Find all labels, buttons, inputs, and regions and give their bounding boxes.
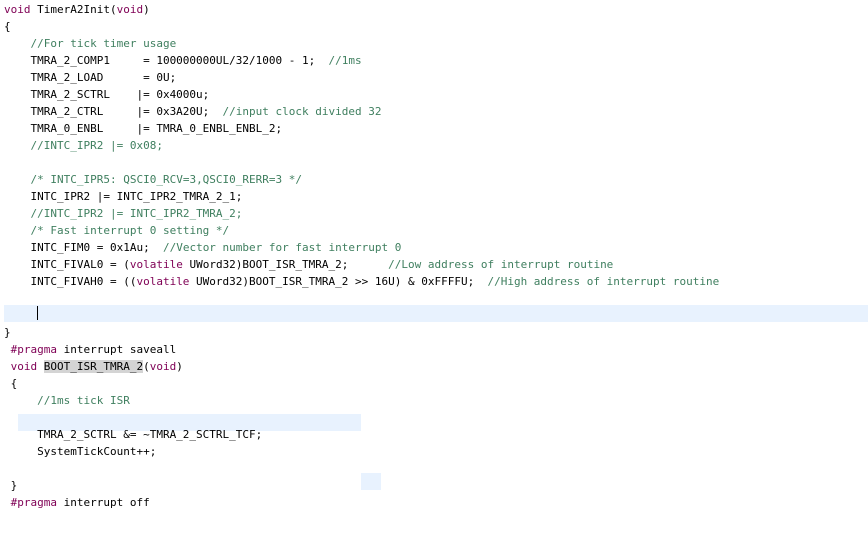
code-preprocessor: #pragma <box>10 343 57 356</box>
code-token: { <box>4 377 18 390</box>
code-editor[interactable]: void TimerA2Init(void){ //For tick timer… <box>0 0 868 545</box>
code-line[interactable]: //1ms tick ISR <box>4 392 130 409</box>
code-line[interactable]: TMRA_2_LOAD = 0U; <box>4 69 176 86</box>
current-line-highlight <box>4 305 868 322</box>
code-line[interactable]: { <box>4 375 18 392</box>
code-keyword: void <box>149 360 177 373</box>
code-token: INTC_FIM0 = 0x1Au; <box>4 241 163 254</box>
code-line[interactable]: #pragma interrupt off <box>4 494 150 511</box>
code-token: TMRA_2_SCTRL |= 0x4000u; <box>4 88 210 101</box>
code-line[interactable]: TMRA_2_COMP1 = 100000000UL/32/1000 - 1; … <box>4 52 362 69</box>
code-token: TMRA_2_LOAD = 0U; <box>4 71 177 84</box>
code-token: interrupt saveall <box>56 343 177 356</box>
code-line[interactable]: { <box>4 18 11 35</box>
code-preprocessor: #pragma <box>10 496 57 509</box>
code-line[interactable]: SystemTickCount++; <box>4 443 156 460</box>
code-token: SystemTickCount++; <box>4 445 157 458</box>
code-comment: //INTC_IPR2 |= INTC_IPR2_TMRA_2; <box>30 207 243 220</box>
code-token: INTC_FIVAL0 = ( <box>4 258 130 271</box>
code-token: ) <box>176 360 183 373</box>
code-line[interactable]: INTC_IPR2 |= INTC_IPR2_TMRA_2_1; <box>4 188 242 205</box>
code-token: TMRA_2_SCTRL &= ~TMRA_2_SCTRL_TCF; <box>4 428 263 441</box>
code-line[interactable]: INTC_FIVAH0 = ((volatile UWord32)BOOT_IS… <box>4 273 719 290</box>
code-comment: //1ms <box>328 54 362 67</box>
code-line[interactable]: TMRA_2_SCTRL &= ~TMRA_2_SCTRL_TCF; <box>4 426 262 443</box>
code-token: interrupt off <box>56 496 150 509</box>
code-token: UWord32)BOOT_ISR_TMRA_2; <box>182 258 389 271</box>
code-line[interactable]: void TimerA2Init(void) <box>4 1 150 18</box>
code-keyword: void <box>4 3 38 16</box>
code-comment: //input clock divided 32 <box>222 105 382 118</box>
code-token: } <box>4 326 11 339</box>
code-line[interactable]: TMRA_2_CTRL |= 0x3A20U; //input clock di… <box>4 103 382 120</box>
code-token: TMRA_0_ENBL |= TMRA_0_ENBL_ENBL_2; <box>4 122 283 135</box>
code-token: { <box>4 20 11 33</box>
code-comment: /* Fast interrupt 0 setting */ <box>30 224 230 237</box>
code-line[interactable]: void BOOT_ISR_TMRA_2(void) <box>4 358 183 375</box>
code-comment: //For tick timer usage <box>30 37 177 50</box>
occurrence-highlight <box>361 473 381 490</box>
code-token: UWord32)BOOT_ISR_TMRA_2 >> 16U) & 0xFFFF… <box>189 275 488 288</box>
code-comment: //Vector number for fast interrupt 0 <box>162 241 402 254</box>
code-comment: //1ms tick ISR <box>37 394 130 407</box>
code-keyword: volatile <box>136 275 190 288</box>
code-line[interactable]: INTC_FIVAL0 = (volatile UWord32)BOOT_ISR… <box>4 256 613 273</box>
code-line[interactable]: //INTC_IPR2 |= 0x08; <box>4 137 163 154</box>
code-comment: //INTC_IPR2 |= 0x08; <box>30 139 163 152</box>
code-token: TMRA_2_COMP1 = 100000000UL/32/1000 - 1; <box>4 54 329 67</box>
code-occurrence: BOOT_ISR_TMRA_2 <box>43 360 144 373</box>
code-comment: //High address of interrupt routine <box>487 275 720 288</box>
code-line[interactable]: TMRA_0_ENBL |= TMRA_0_ENBL_ENBL_2; <box>4 120 282 137</box>
code-line[interactable]: //INTC_IPR2 |= INTC_IPR2_TMRA_2; <box>4 205 243 222</box>
code-line[interactable]: INTC_FIM0 = 0x1Au; //Vector number for f… <box>4 239 401 256</box>
code-line[interactable]: //For tick timer usage <box>4 35 177 52</box>
code-token: TimerA2Init <box>37 3 110 16</box>
code-token: ) <box>143 3 150 16</box>
code-line[interactable]: } <box>4 477 18 494</box>
code-token: } <box>4 479 18 492</box>
code-token: TMRA_2_CTRL |= 0x3A20U; <box>4 105 223 118</box>
code-token: INTC_IPR2 |= INTC_IPR2_TMRA_2_1; <box>4 190 243 203</box>
text-caret <box>37 306 38 320</box>
code-token: ( <box>143 360 150 373</box>
code-keyword: volatile <box>129 258 183 271</box>
code-token: ( <box>109 3 117 16</box>
code-line[interactable]: TMRA_2_SCTRL |= 0x4000u; <box>4 86 209 103</box>
code-line[interactable]: } <box>4 324 11 341</box>
code-keyword: void <box>116 3 144 16</box>
code-line[interactable]: #pragma interrupt saveall <box>4 341 177 358</box>
code-comment: //Low address of interrupt routine <box>388 258 614 271</box>
code-comment: /* INTC_IPR5: QSCI0_RCV=3,QSCI0_RERR=3 *… <box>30 173 303 186</box>
code-token: INTC_FIVAH0 = (( <box>4 275 137 288</box>
code-keyword: void <box>10 360 38 373</box>
code-line[interactable]: /* Fast interrupt 0 setting */ <box>4 222 230 239</box>
code-line[interactable]: /* INTC_IPR5: QSCI0_RCV=3,QSCI0_RERR=3 *… <box>4 171 303 188</box>
